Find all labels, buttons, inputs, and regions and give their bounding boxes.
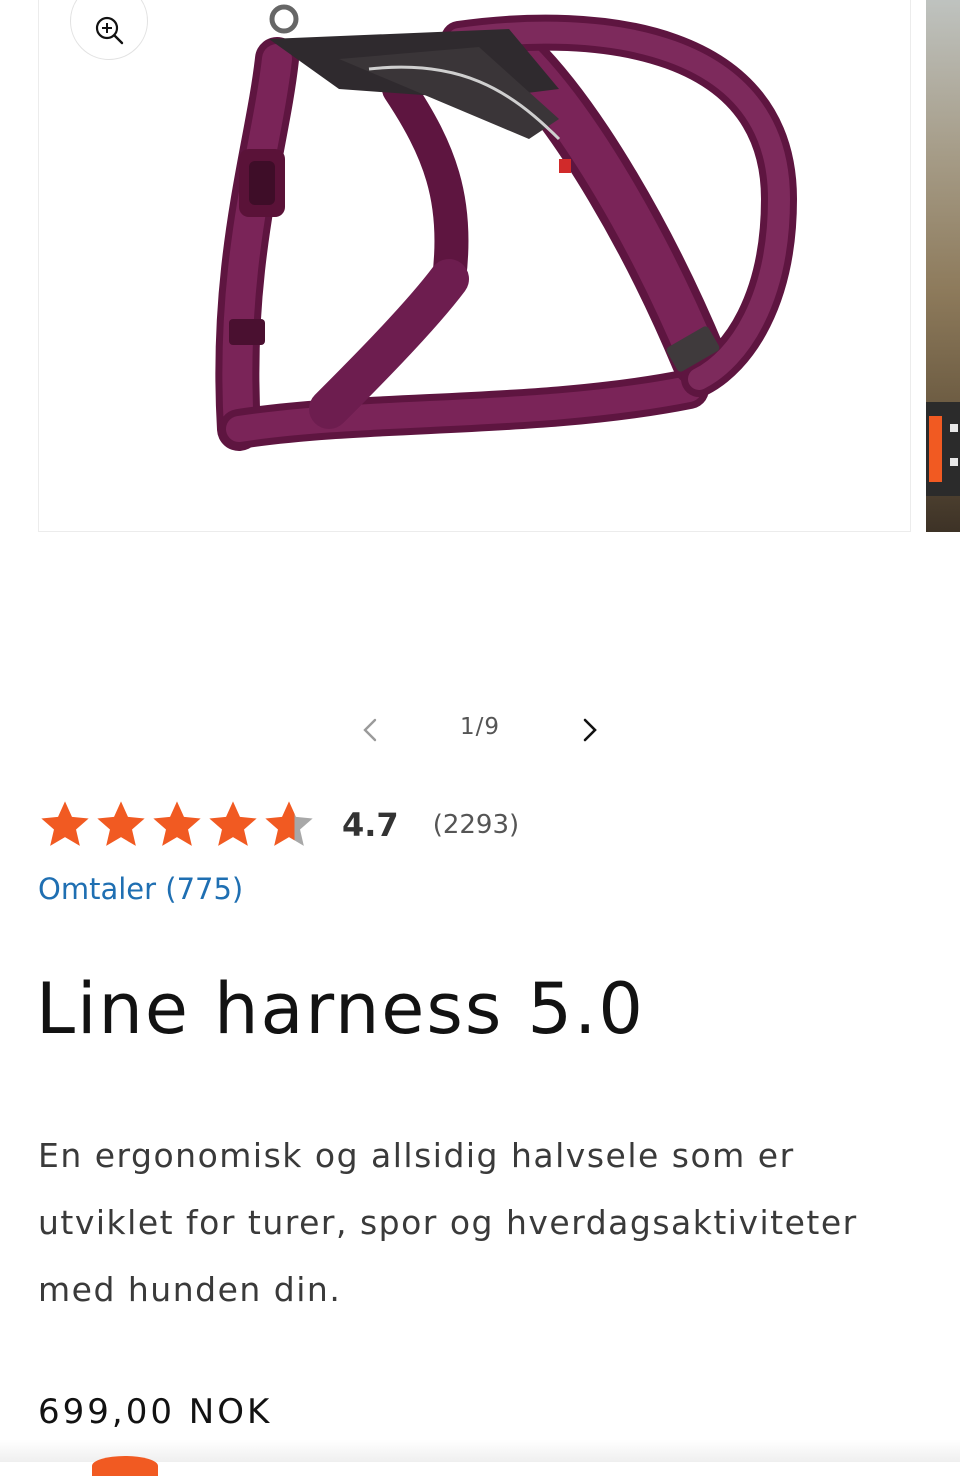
- slide-counter: 1/9: [459, 714, 500, 740]
- next-slide-preview[interactable]: [926, 0, 960, 532]
- previous-slide-button[interactable]: [350, 710, 390, 750]
- preview-badge: [926, 402, 960, 496]
- rating-value: 4.7: [342, 806, 399, 844]
- preview-glyph: [950, 458, 958, 466]
- chevron-right-icon: [583, 718, 597, 742]
- slider-controls: 1/9: [340, 706, 620, 756]
- product-title: Line harness 5.0: [36, 968, 645, 1050]
- star-partial-icon: [265, 801, 313, 846]
- product-image: [215, 4, 798, 451]
- rating-summary[interactable]: 4.7 (2293): [38, 795, 519, 855]
- star-icon: [97, 801, 145, 846]
- preview-accent: [929, 416, 942, 482]
- preview-glyph: [950, 424, 958, 432]
- floating-action-button[interactable]: [92, 1456, 158, 1476]
- next-slide-button[interactable]: [570, 710, 610, 750]
- rating-count: (2293): [432, 810, 520, 840]
- chevron-left-icon: [363, 718, 377, 742]
- star-rating: [38, 798, 316, 852]
- star-icon: [209, 801, 257, 846]
- reviews-link[interactable]: Omtaler (775): [38, 872, 243, 906]
- star-icon: [153, 801, 201, 846]
- product-price: 699,00 NOK: [38, 1392, 273, 1432]
- product-description: En ergonomisk og allsidig halvsele som e…: [38, 1136, 858, 1309]
- star-icon: [41, 801, 89, 846]
- product-image-frame[interactable]: [38, 0, 911, 532]
- zoom-in-icon: [95, 16, 124, 44]
